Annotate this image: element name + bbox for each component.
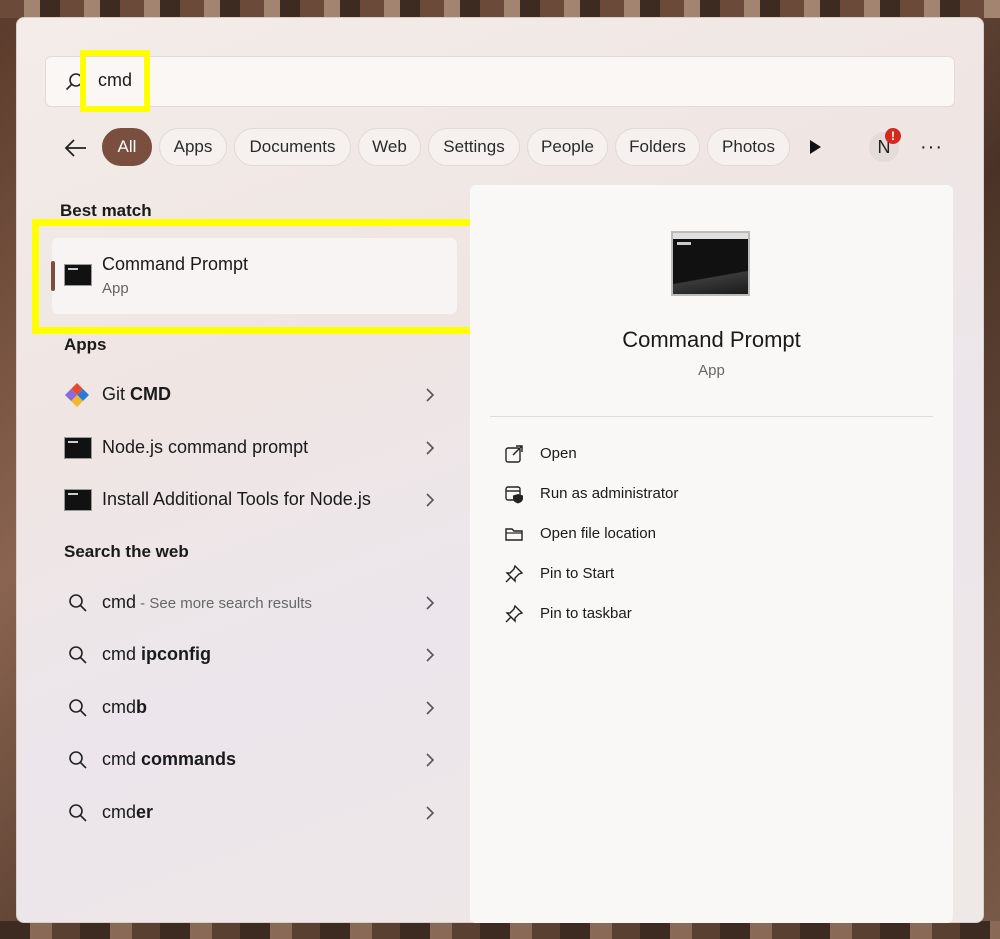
search-highlight-box [80, 50, 150, 112]
git-icon [65, 383, 89, 407]
web-result-match: b [136, 697, 148, 717]
web-result-match: er [136, 802, 154, 822]
chevron-right-icon[interactable] [424, 595, 436, 611]
command-prompt-large-icon [671, 231, 750, 296]
action-label: Open file location [540, 525, 656, 542]
scroll-filters-icon[interactable] [806, 138, 824, 156]
filter-chip-apps[interactable]: Apps [159, 128, 227, 166]
filter-chip-settings[interactable]: Settings [428, 128, 520, 166]
chevron-right-icon[interactable] [424, 440, 436, 456]
web-result-hint: - See more search results [136, 595, 312, 612]
web-result-match: ipconfig [141, 644, 212, 664]
filter-chip-people[interactable]: People [527, 128, 608, 166]
web-result-item[interactable]: cmd - See more search results [52, 581, 457, 625]
web-result-query: cmd [102, 592, 137, 612]
filter-bar: All Apps Documents Web Settings People F… [0, 128, 1000, 166]
shield-admin-icon [505, 486, 523, 504]
app-item-label: Install Additional Tools for Node.js [102, 489, 371, 509]
chevron-right-icon[interactable] [424, 805, 436, 821]
best-match-heading: Best match [60, 201, 152, 220]
filter-chip-documents[interactable]: Documents [234, 128, 351, 166]
app-item-match: CMD [130, 384, 172, 404]
web-result-item[interactable]: cmder [52, 791, 457, 835]
app-item-label: Git [102, 384, 131, 404]
web-result-query: cmd [102, 749, 142, 769]
search-icon [69, 804, 87, 822]
apps-heading: Apps [64, 335, 107, 354]
search-icon [69, 646, 87, 664]
action-label: Pin to Start [540, 565, 615, 582]
filter-chip-photos[interactable]: Photos [707, 128, 790, 166]
chevron-right-icon[interactable] [424, 700, 436, 716]
search-icon [69, 751, 87, 769]
action-pin-to-taskbar[interactable]: Pin to taskbar [500, 596, 920, 632]
action-run-as-administrator[interactable]: Run as administrator [500, 476, 920, 512]
action-open[interactable]: Open [500, 436, 920, 472]
web-result-item[interactable]: cmd commands [52, 738, 457, 782]
app-item-install-nodejs-tools[interactable]: Install Additional Tools for Node.js [52, 478, 457, 522]
action-label: Pin to taskbar [540, 605, 632, 622]
web-result-item[interactable]: cmdb [52, 686, 457, 730]
app-item-nodejs-command-prompt[interactable]: Node.js command prompt [52, 426, 457, 470]
chevron-right-icon[interactable] [424, 647, 436, 663]
web-result-query: cmd [102, 802, 137, 822]
pin-icon [505, 564, 524, 583]
open-external-icon [505, 445, 523, 463]
notification-badge: ! [885, 128, 901, 144]
filter-chip-web[interactable]: Web [358, 128, 421, 166]
chevron-right-icon[interactable] [424, 387, 436, 403]
action-pin-to-start[interactable]: Pin to Start [500, 556, 920, 592]
search-icon [69, 699, 87, 717]
search-input[interactable]: cmd [45, 56, 955, 107]
desktop-background-top [0, 0, 1000, 18]
app-item-label: Node.js command prompt [102, 437, 309, 457]
details-title: Command Prompt [622, 327, 801, 352]
web-result-query: cmd [102, 697, 137, 717]
filter-chip-folders[interactable]: Folders [615, 128, 700, 166]
search-web-heading: Search the web [64, 542, 189, 561]
back-arrow-icon[interactable] [62, 134, 90, 162]
filter-chip-all[interactable]: All [102, 128, 152, 166]
action-open-file-location[interactable]: Open file location [500, 516, 920, 552]
chevron-right-icon[interactable] [424, 752, 436, 768]
command-prompt-icon [64, 489, 92, 511]
more-options-button[interactable]: ··· [920, 136, 944, 158]
details-divider [490, 416, 933, 417]
desktop-background-bottom [0, 921, 1000, 939]
web-result-match: commands [141, 749, 237, 769]
pin-icon [505, 604, 524, 623]
command-prompt-icon [64, 437, 92, 459]
web-result-query: cmd [102, 644, 142, 664]
best-match-highlight-box [32, 219, 477, 334]
details-subtitle: App [698, 362, 725, 379]
web-result-item[interactable]: cmd ipconfig [52, 633, 457, 677]
folder-icon [505, 528, 523, 541]
app-item-git-cmd[interactable]: Git CMD [52, 373, 457, 417]
search-icon [69, 594, 87, 612]
chevron-right-icon[interactable] [424, 492, 436, 508]
action-label: Run as administrator [540, 485, 679, 502]
action-label: Open [540, 445, 577, 462]
